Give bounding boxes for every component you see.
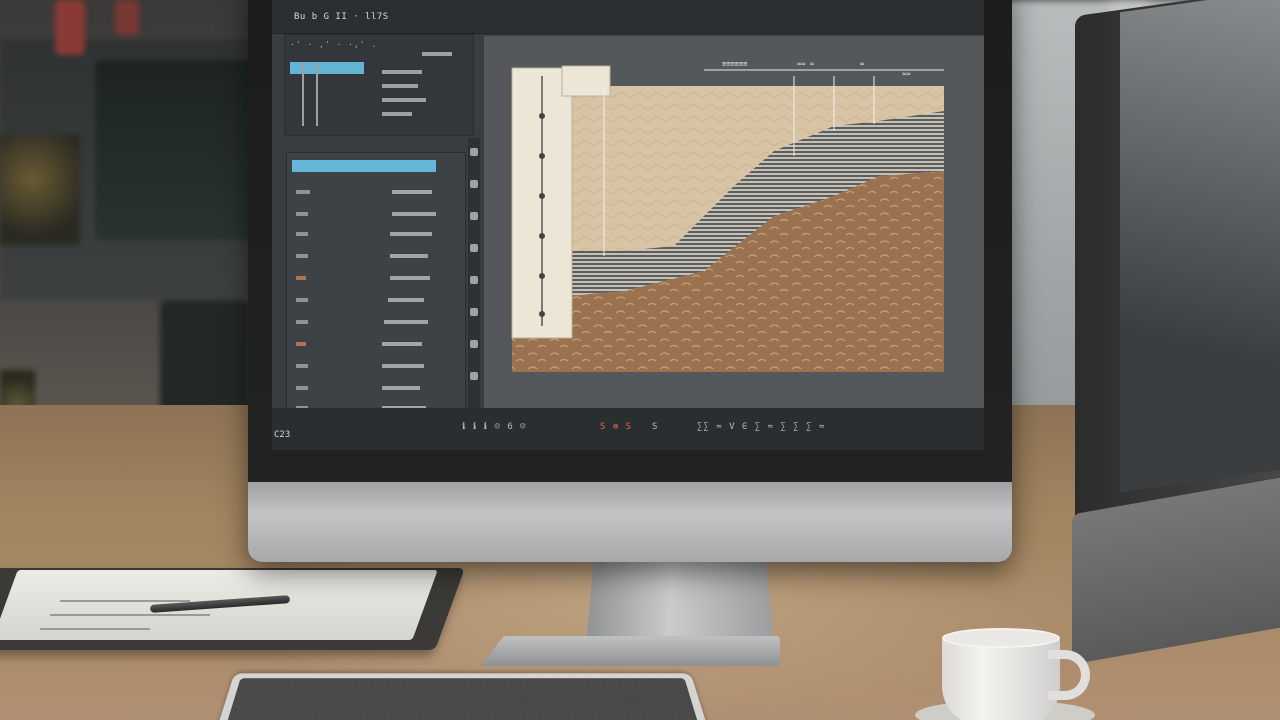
coffee-cup	[942, 636, 1060, 720]
tool-icon[interactable]	[470, 308, 478, 316]
layer-row[interactable]	[296, 298, 308, 302]
monitor-screen: Bu b G II · ll7S ·' · ,' · ·,' . ≡≡≡≡≡≡ …	[272, 0, 984, 450]
layer-row-value	[382, 342, 422, 346]
tool-icon[interactable]	[470, 276, 478, 284]
tool-icon[interactable]	[470, 212, 478, 220]
layer-row-value	[390, 276, 430, 280]
tool-icon[interactable]	[470, 244, 478, 252]
layer-row[interactable]	[296, 254, 308, 258]
layer-row-value	[392, 190, 432, 194]
paper-line	[49, 614, 211, 616]
property-row	[382, 84, 418, 88]
layer-row-value	[382, 364, 424, 368]
layer-row[interactable]	[296, 232, 308, 236]
properties-panel[interactable]	[284, 34, 474, 136]
layer-row[interactable]	[296, 342, 306, 346]
corner-label: C23	[274, 430, 291, 440]
status-mid-1[interactable]: S ⊚ S	[600, 422, 632, 432]
status-mid-2[interactable]: S	[652, 422, 658, 432]
paper-line	[39, 628, 151, 630]
layer-row-value	[384, 320, 428, 324]
tool-icon[interactable]	[470, 372, 478, 380]
window-title: Bu b G II · ll7S	[294, 12, 389, 22]
layers-panel[interactable]	[286, 152, 466, 434]
keyboard	[214, 673, 711, 720]
layer-row-value	[390, 254, 428, 258]
dimension-label: ≡≡≡≡≡≡	[722, 60, 748, 68]
app-titlebar: Bu b G II · ll7S	[272, 0, 984, 34]
background-red-object	[55, 0, 85, 55]
layers-panel-header[interactable]	[292, 160, 436, 172]
property-row	[382, 70, 422, 74]
status-bar: ℹ ℹ ℹ ☺ 6 ☺ S ⊚ S S ∑∑ ≈ V ∈ ∑ ≈ ∑ ∑ ∑ ≈	[272, 408, 984, 450]
layer-row[interactable]	[296, 320, 308, 324]
dimension-label: ≈	[860, 60, 865, 68]
monitor-chin	[248, 482, 1012, 562]
background-shelf	[0, 135, 80, 245]
background-chair	[160, 300, 250, 420]
panel-divider	[302, 62, 304, 126]
second-monitor-screen	[1120, 0, 1280, 493]
dimension-label: ≈≈	[902, 70, 911, 78]
soil-cross-section-drawing	[511, 65, 944, 372]
property-row	[422, 52, 452, 56]
wall-cap	[561, 65, 611, 97]
layer-row-value	[392, 212, 436, 216]
background-red-object	[115, 0, 139, 35]
background-screen-panel	[95, 60, 250, 240]
paper-line	[59, 600, 191, 602]
layer-row[interactable]	[296, 276, 306, 280]
tool-icon[interactable]	[470, 180, 478, 188]
property-row	[382, 112, 412, 116]
vertical-toolbar	[468, 138, 480, 408]
layer-row-value	[390, 232, 432, 236]
property-row	[382, 98, 426, 102]
layer-row[interactable]	[296, 364, 308, 368]
layer-row-value	[388, 298, 424, 302]
monitor-stand-base	[480, 636, 780, 666]
toolbar-glyphs: ·' · ,' · ·,' .	[290, 40, 378, 49]
status-icons[interactable]: ℹ ℹ ℹ ☺ 6 ☺	[462, 422, 527, 432]
dimension-label: ≈≈ ≈	[797, 60, 814, 68]
panel-divider	[316, 62, 318, 126]
coffee-cup-rim	[942, 628, 1060, 648]
layer-row[interactable]	[296, 212, 308, 216]
layer-row-value	[382, 386, 420, 390]
layer-row[interactable]	[296, 190, 310, 194]
keyboard-keys	[224, 678, 701, 720]
layer-row[interactable]	[296, 386, 308, 390]
tool-icon[interactable]	[470, 148, 478, 156]
tool-icon[interactable]	[470, 340, 478, 348]
status-right[interactable]: ∑∑ ≈ V ∈ ∑ ≈ ∑ ∑ ∑ ≈	[697, 422, 825, 432]
